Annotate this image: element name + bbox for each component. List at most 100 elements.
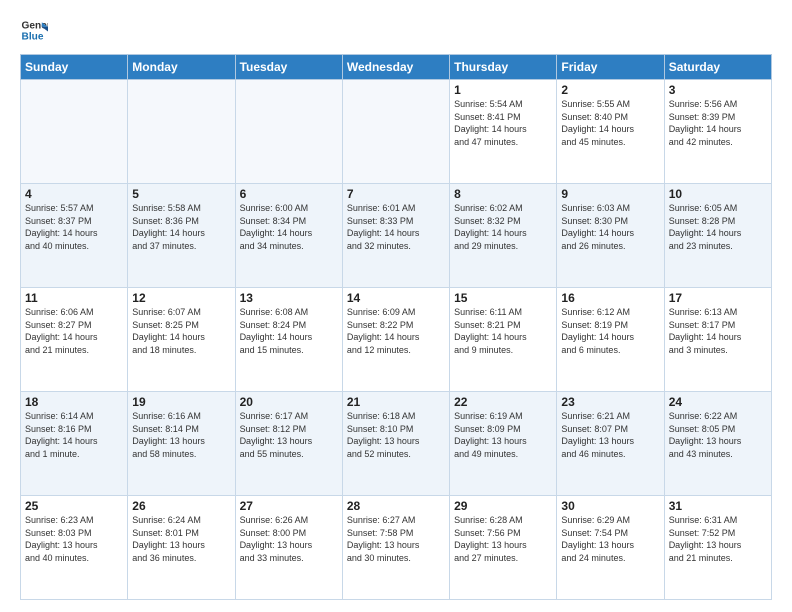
calendar-cell <box>342 80 449 184</box>
weekday-friday: Friday <box>557 55 664 80</box>
calendar-cell: 27Sunrise: 6:26 AM Sunset: 8:00 PM Dayli… <box>235 496 342 600</box>
day-number: 23 <box>561 395 659 409</box>
calendar-cell: 12Sunrise: 6:07 AM Sunset: 8:25 PM Dayli… <box>128 288 235 392</box>
calendar-cell: 19Sunrise: 6:16 AM Sunset: 8:14 PM Dayli… <box>128 392 235 496</box>
day-number: 28 <box>347 499 445 513</box>
header: General Blue <box>20 16 772 44</box>
day-number: 29 <box>454 499 552 513</box>
day-info: Sunrise: 6:18 AM Sunset: 8:10 PM Dayligh… <box>347 410 445 460</box>
day-info: Sunrise: 5:55 AM Sunset: 8:40 PM Dayligh… <box>561 98 659 148</box>
calendar-cell: 15Sunrise: 6:11 AM Sunset: 8:21 PM Dayli… <box>450 288 557 392</box>
calendar-cell: 2Sunrise: 5:55 AM Sunset: 8:40 PM Daylig… <box>557 80 664 184</box>
day-number: 2 <box>561 83 659 97</box>
day-info: Sunrise: 5:57 AM Sunset: 8:37 PM Dayligh… <box>25 202 123 252</box>
day-info: Sunrise: 6:01 AM Sunset: 8:33 PM Dayligh… <box>347 202 445 252</box>
day-info: Sunrise: 6:31 AM Sunset: 7:52 PM Dayligh… <box>669 514 767 564</box>
calendar-page: General Blue SundayMondayTuesdayWednesda… <box>0 0 792 612</box>
day-number: 18 <box>25 395 123 409</box>
day-number: 3 <box>669 83 767 97</box>
day-number: 11 <box>25 291 123 305</box>
logo-icon: General Blue <box>20 16 48 44</box>
calendar-cell: 22Sunrise: 6:19 AM Sunset: 8:09 PM Dayli… <box>450 392 557 496</box>
day-info: Sunrise: 5:54 AM Sunset: 8:41 PM Dayligh… <box>454 98 552 148</box>
calendar-cell: 24Sunrise: 6:22 AM Sunset: 8:05 PM Dayli… <box>664 392 771 496</box>
day-info: Sunrise: 6:11 AM Sunset: 8:21 PM Dayligh… <box>454 306 552 356</box>
day-number: 7 <box>347 187 445 201</box>
weekday-saturday: Saturday <box>664 55 771 80</box>
day-info: Sunrise: 6:06 AM Sunset: 8:27 PM Dayligh… <box>25 306 123 356</box>
calendar-cell: 20Sunrise: 6:17 AM Sunset: 8:12 PM Dayli… <box>235 392 342 496</box>
weekday-monday: Monday <box>128 55 235 80</box>
calendar-cell: 17Sunrise: 6:13 AM Sunset: 8:17 PM Dayli… <box>664 288 771 392</box>
day-info: Sunrise: 6:02 AM Sunset: 8:32 PM Dayligh… <box>454 202 552 252</box>
day-number: 12 <box>132 291 230 305</box>
day-number: 8 <box>454 187 552 201</box>
calendar-week-2: 11Sunrise: 6:06 AM Sunset: 8:27 PM Dayli… <box>21 288 772 392</box>
calendar-cell: 31Sunrise: 6:31 AM Sunset: 7:52 PM Dayli… <box>664 496 771 600</box>
day-info: Sunrise: 6:27 AM Sunset: 7:58 PM Dayligh… <box>347 514 445 564</box>
day-number: 25 <box>25 499 123 513</box>
day-info: Sunrise: 6:28 AM Sunset: 7:56 PM Dayligh… <box>454 514 552 564</box>
day-number: 20 <box>240 395 338 409</box>
calendar-cell: 10Sunrise: 6:05 AM Sunset: 8:28 PM Dayli… <box>664 184 771 288</box>
calendar-cell: 28Sunrise: 6:27 AM Sunset: 7:58 PM Dayli… <box>342 496 449 600</box>
day-info: Sunrise: 6:17 AM Sunset: 8:12 PM Dayligh… <box>240 410 338 460</box>
day-number: 31 <box>669 499 767 513</box>
calendar-cell: 4Sunrise: 5:57 AM Sunset: 8:37 PM Daylig… <box>21 184 128 288</box>
logo: General Blue <box>20 16 48 44</box>
calendar-cell: 25Sunrise: 6:23 AM Sunset: 8:03 PM Dayli… <box>21 496 128 600</box>
calendar-cell <box>128 80 235 184</box>
day-info: Sunrise: 6:26 AM Sunset: 8:00 PM Dayligh… <box>240 514 338 564</box>
day-info: Sunrise: 6:03 AM Sunset: 8:30 PM Dayligh… <box>561 202 659 252</box>
calendar-cell: 8Sunrise: 6:02 AM Sunset: 8:32 PM Daylig… <box>450 184 557 288</box>
day-info: Sunrise: 6:05 AM Sunset: 8:28 PM Dayligh… <box>669 202 767 252</box>
day-number: 15 <box>454 291 552 305</box>
day-number: 4 <box>25 187 123 201</box>
calendar-header: SundayMondayTuesdayWednesdayThursdayFrid… <box>21 55 772 80</box>
day-info: Sunrise: 6:13 AM Sunset: 8:17 PM Dayligh… <box>669 306 767 356</box>
day-info: Sunrise: 6:19 AM Sunset: 8:09 PM Dayligh… <box>454 410 552 460</box>
day-info: Sunrise: 6:00 AM Sunset: 8:34 PM Dayligh… <box>240 202 338 252</box>
day-info: Sunrise: 6:22 AM Sunset: 8:05 PM Dayligh… <box>669 410 767 460</box>
day-number: 13 <box>240 291 338 305</box>
day-info: Sunrise: 6:21 AM Sunset: 8:07 PM Dayligh… <box>561 410 659 460</box>
calendar-cell: 14Sunrise: 6:09 AM Sunset: 8:22 PM Dayli… <box>342 288 449 392</box>
weekday-wednesday: Wednesday <box>342 55 449 80</box>
calendar-body: 1Sunrise: 5:54 AM Sunset: 8:41 PM Daylig… <box>21 80 772 600</box>
day-info: Sunrise: 5:58 AM Sunset: 8:36 PM Dayligh… <box>132 202 230 252</box>
weekday-thursday: Thursday <box>450 55 557 80</box>
calendar-week-3: 18Sunrise: 6:14 AM Sunset: 8:16 PM Dayli… <box>21 392 772 496</box>
calendar-cell: 23Sunrise: 6:21 AM Sunset: 8:07 PM Dayli… <box>557 392 664 496</box>
calendar-cell <box>235 80 342 184</box>
day-info: Sunrise: 6:16 AM Sunset: 8:14 PM Dayligh… <box>132 410 230 460</box>
day-info: Sunrise: 6:29 AM Sunset: 7:54 PM Dayligh… <box>561 514 659 564</box>
calendar-cell: 30Sunrise: 6:29 AM Sunset: 7:54 PM Dayli… <box>557 496 664 600</box>
day-number: 27 <box>240 499 338 513</box>
calendar-cell: 16Sunrise: 6:12 AM Sunset: 8:19 PM Dayli… <box>557 288 664 392</box>
day-number: 24 <box>669 395 767 409</box>
calendar-cell: 1Sunrise: 5:54 AM Sunset: 8:41 PM Daylig… <box>450 80 557 184</box>
day-info: Sunrise: 6:23 AM Sunset: 8:03 PM Dayligh… <box>25 514 123 564</box>
day-number: 17 <box>669 291 767 305</box>
day-number: 10 <box>669 187 767 201</box>
calendar-cell: 6Sunrise: 6:00 AM Sunset: 8:34 PM Daylig… <box>235 184 342 288</box>
calendar-week-4: 25Sunrise: 6:23 AM Sunset: 8:03 PM Dayli… <box>21 496 772 600</box>
day-info: Sunrise: 6:08 AM Sunset: 8:24 PM Dayligh… <box>240 306 338 356</box>
calendar-cell: 7Sunrise: 6:01 AM Sunset: 8:33 PM Daylig… <box>342 184 449 288</box>
calendar-week-0: 1Sunrise: 5:54 AM Sunset: 8:41 PM Daylig… <box>21 80 772 184</box>
day-info: Sunrise: 6:09 AM Sunset: 8:22 PM Dayligh… <box>347 306 445 356</box>
day-number: 16 <box>561 291 659 305</box>
calendar-cell: 5Sunrise: 5:58 AM Sunset: 8:36 PM Daylig… <box>128 184 235 288</box>
calendar-cell <box>21 80 128 184</box>
day-number: 6 <box>240 187 338 201</box>
calendar-week-1: 4Sunrise: 5:57 AM Sunset: 8:37 PM Daylig… <box>21 184 772 288</box>
day-info: Sunrise: 6:07 AM Sunset: 8:25 PM Dayligh… <box>132 306 230 356</box>
day-number: 22 <box>454 395 552 409</box>
weekday-header-row: SundayMondayTuesdayWednesdayThursdayFrid… <box>21 55 772 80</box>
day-number: 26 <box>132 499 230 513</box>
calendar-table: SundayMondayTuesdayWednesdayThursdayFrid… <box>20 54 772 600</box>
calendar-cell: 13Sunrise: 6:08 AM Sunset: 8:24 PM Dayli… <box>235 288 342 392</box>
weekday-tuesday: Tuesday <box>235 55 342 80</box>
calendar-cell: 18Sunrise: 6:14 AM Sunset: 8:16 PM Dayli… <box>21 392 128 496</box>
calendar-cell: 11Sunrise: 6:06 AM Sunset: 8:27 PM Dayli… <box>21 288 128 392</box>
